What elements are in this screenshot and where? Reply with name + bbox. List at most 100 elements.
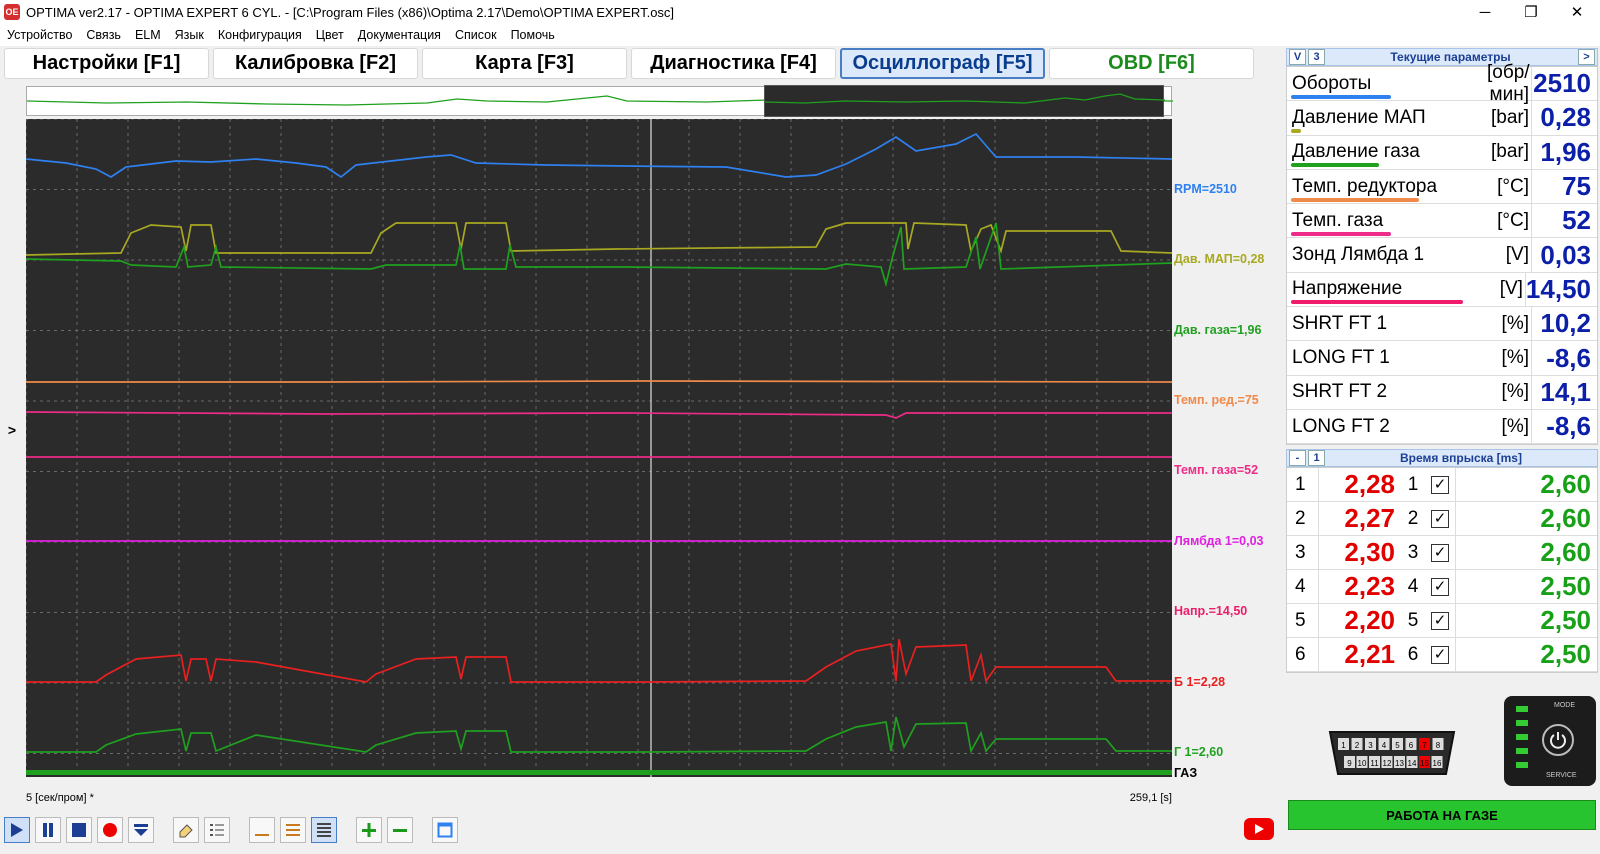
menu-color[interactable]: Цвет: [309, 28, 351, 42]
menu-device[interactable]: Устройство: [0, 28, 79, 42]
tab-diagnostics[interactable]: Диагностика [F4]: [631, 48, 836, 79]
param-value: 14,1: [1531, 375, 1597, 409]
params-next-button[interactable]: >: [1578, 49, 1595, 65]
led-5: [1516, 762, 1528, 768]
tab-map[interactable]: Карта [F3]: [422, 48, 627, 79]
scope-overview[interactable]: [26, 85, 1173, 117]
param-unit: [%]: [1501, 347, 1529, 369]
param-row[interactable]: Обороты [обр/мин] 2510: [1287, 62, 1597, 105]
eraser-icon[interactable]: [173, 817, 199, 843]
gas-inj-time: 2,60: [1455, 468, 1597, 502]
svg-text:12: 12: [1383, 759, 1392, 768]
param-unit: [V]: [1499, 278, 1523, 300]
svg-text:2: 2: [1355, 741, 1360, 750]
injector-checkbox[interactable]: ✓: [1425, 543, 1455, 562]
injector-checkbox[interactable]: ✓: [1425, 509, 1455, 528]
param-row[interactable]: Давление МАП [bar] 0,28: [1287, 101, 1597, 136]
close-button[interactable]: ✕: [1554, 0, 1600, 24]
cylinder-number: 4: [1287, 570, 1319, 604]
pause-icon[interactable]: [35, 817, 61, 843]
param-unit: [°C]: [1497, 175, 1529, 197]
maximize-button[interactable]: ❐: [1508, 0, 1554, 24]
minimize-button[interactable]: ─: [1462, 0, 1508, 24]
multi-line-icon[interactable]: [280, 817, 306, 843]
svg-text:13: 13: [1395, 759, 1404, 768]
param-value: 52: [1531, 204, 1597, 238]
power-icon[interactable]: [1542, 724, 1574, 756]
injector-checkbox[interactable]: ✓: [1425, 577, 1455, 596]
youtube-icon[interactable]: [1244, 818, 1274, 840]
obd-pin: 5: [1392, 738, 1403, 750]
gas-mode-button[interactable]: РАБОТА НА ГАЗЕ: [1288, 800, 1596, 830]
oscilloscope-canvas: [26, 119, 1172, 777]
param-unit: [°C]: [1497, 209, 1529, 231]
label-lambda: Лямбда 1=0,03: [1174, 534, 1264, 548]
overview-selection[interactable]: [764, 85, 1165, 117]
param-unit: [bar]: [1490, 141, 1529, 163]
gas-inj-time: 2,60: [1455, 502, 1597, 536]
param-name: LONG FT 1: [1292, 347, 1390, 369]
param-unit: [V]: [1505, 244, 1529, 266]
param-row[interactable]: LONG FT 1 [%] -8,6: [1287, 341, 1597, 376]
menu-language[interactable]: Язык: [168, 28, 211, 42]
injector-checkbox[interactable]: ✓: [1425, 611, 1455, 630]
injector-checkbox[interactable]: ✓: [1425, 475, 1455, 494]
params-btn-v[interactable]: V: [1289, 49, 1306, 65]
params-header: V 3 Текущие параметры >: [1286, 48, 1598, 66]
zoom-in-icon[interactable]: [356, 817, 382, 843]
menu-help[interactable]: Помочь: [504, 28, 562, 42]
param-row[interactable]: SHRT FT 1 [%] 10,2: [1287, 307, 1597, 342]
device-service-label: SERVICE: [1546, 772, 1577, 779]
svg-text:6: 6: [1409, 741, 1414, 750]
param-row[interactable]: Давление газа [bar] 1,96: [1287, 135, 1597, 170]
injector-checkbox[interactable]: ✓: [1425, 645, 1455, 664]
obd-pin: 16: [1431, 756, 1443, 768]
tab-settings[interactable]: Настройки [F1]: [4, 48, 209, 79]
param-row[interactable]: Напряжение [V] 14,50: [1287, 272, 1597, 308]
gas-inj-time: 2,50: [1455, 604, 1597, 638]
list-icon[interactable]: [204, 817, 230, 843]
window-icon[interactable]: [432, 817, 458, 843]
menu-list[interactable]: Список: [448, 28, 504, 42]
scope-footer: 5 [сек/пром] * 259,1 [s]: [26, 792, 1172, 806]
download-icon[interactable]: [128, 817, 154, 843]
param-row[interactable]: SHRT FT 2 [%] 14,1: [1287, 375, 1597, 410]
menu-connection[interactable]: Связь: [79, 28, 128, 42]
label-gas-mode: ГАЗ: [1174, 766, 1198, 780]
tab-oscilloscope[interactable]: Осциллограф [F5]: [840, 48, 1045, 79]
param-name: Давление газа: [1287, 141, 1487, 168]
param-row[interactable]: Темп. редуктора [°C] 75: [1287, 169, 1597, 205]
tab-calibration[interactable]: Калибровка [F2]: [213, 48, 418, 79]
param-value: 2510: [1531, 67, 1597, 101]
menu-elm[interactable]: ELM: [128, 28, 168, 42]
side-panel-toggle[interactable]: >: [0, 80, 24, 780]
grid-line-icon[interactable]: [311, 817, 337, 843]
check-icon: ✓: [1431, 577, 1449, 596]
param-row[interactable]: Темп. газа [°C] 52: [1287, 204, 1597, 239]
oscilloscope-plot[interactable]: [26, 119, 1172, 777]
param-value: 0,03: [1531, 238, 1597, 272]
petrol-inj-time: 2,28: [1344, 469, 1395, 500]
tab-obd[interactable]: OBD [F6]: [1049, 48, 1254, 79]
inj-btn-minus[interactable]: -: [1289, 450, 1306, 467]
param-underline: [1291, 197, 1419, 202]
petrol-inj-time: 2,30: [1344, 537, 1395, 568]
obd-pin: 4: [1378, 738, 1390, 750]
menu-documentation[interactable]: Документация: [351, 28, 448, 42]
param-row[interactable]: LONG FT 2 [%] -8,6: [1287, 409, 1597, 445]
trace-gas-pressure: [26, 222, 1172, 288]
record-icon[interactable]: [97, 817, 123, 843]
play-icon[interactable]: [4, 817, 30, 843]
time-scale: 5 [сек/пром] *: [26, 792, 94, 804]
single-line-icon[interactable]: [249, 817, 275, 843]
gas-inj-time: 2,60: [1455, 536, 1597, 570]
inj-btn-1[interactable]: 1: [1308, 450, 1325, 467]
zoom-out-icon[interactable]: [387, 817, 413, 843]
params-btn-3[interactable]: 3: [1308, 49, 1325, 65]
obd-pin: 8: [1432, 738, 1444, 750]
stop-icon[interactable]: [66, 817, 92, 843]
menu-configuration[interactable]: Конфигурация: [211, 28, 309, 42]
param-row[interactable]: Зонд Лямбда 1 [V] 0,03: [1287, 238, 1597, 273]
param-value: -8,6: [1531, 341, 1597, 375]
trace-petrol-inj: [26, 638, 1172, 684]
